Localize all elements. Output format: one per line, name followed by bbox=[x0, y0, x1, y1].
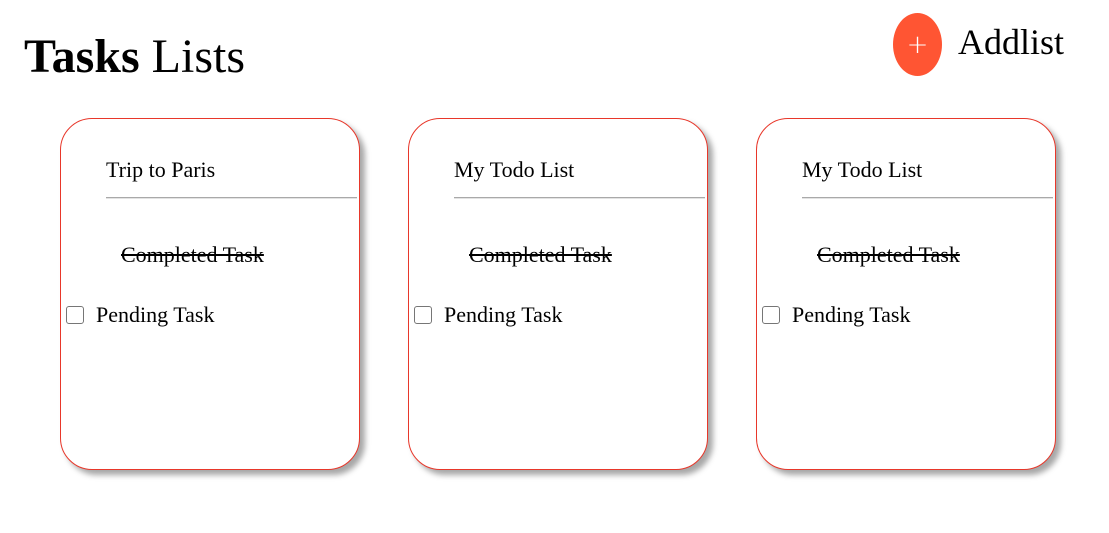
completed-task[interactable]: Completed Task bbox=[121, 241, 264, 269]
add-list-label[interactable]: Addlist bbox=[958, 22, 1064, 62]
page-title-bold: Tasks bbox=[24, 30, 140, 83]
task-list-card: My Todo List Completed Task Pending Task bbox=[408, 118, 708, 470]
pending-task-label[interactable]: Pending Task bbox=[96, 301, 214, 329]
title-divider bbox=[106, 197, 357, 198]
plus-glyph: + bbox=[906, 29, 929, 60]
list-title[interactable]: My Todo List bbox=[802, 156, 922, 184]
task-list-card: My Todo List Completed Task Pending Task bbox=[756, 118, 1056, 470]
task-list-card: Trip to Paris Completed Task Pending Tas… bbox=[60, 118, 360, 470]
title-divider bbox=[454, 197, 705, 198]
page-title: Tasks Lists bbox=[24, 28, 245, 86]
task-checkbox[interactable] bbox=[66, 306, 84, 324]
title-divider bbox=[802, 197, 1053, 198]
pending-task-label[interactable]: Pending Task bbox=[444, 301, 562, 329]
page-title-rest: Lists bbox=[139, 30, 246, 83]
pending-task-label[interactable]: Pending Task bbox=[792, 301, 910, 329]
plus-icon[interactable]: + bbox=[893, 13, 942, 76]
pending-task-row: Pending Task bbox=[762, 301, 910, 329]
completed-task[interactable]: Completed Task bbox=[817, 241, 960, 269]
add-list-button[interactable]: + Addlist bbox=[893, 13, 1064, 76]
page: Tasks Lists + Addlist Trip to Paris Comp… bbox=[0, 0, 1109, 533]
pending-task-row: Pending Task bbox=[414, 301, 562, 329]
pending-task-row: Pending Task bbox=[66, 301, 214, 329]
completed-task[interactable]: Completed Task bbox=[469, 241, 612, 269]
task-checkbox[interactable] bbox=[414, 306, 432, 324]
list-title[interactable]: My Todo List bbox=[454, 156, 574, 184]
task-checkbox[interactable] bbox=[762, 306, 780, 324]
list-title[interactable]: Trip to Paris bbox=[106, 156, 215, 184]
